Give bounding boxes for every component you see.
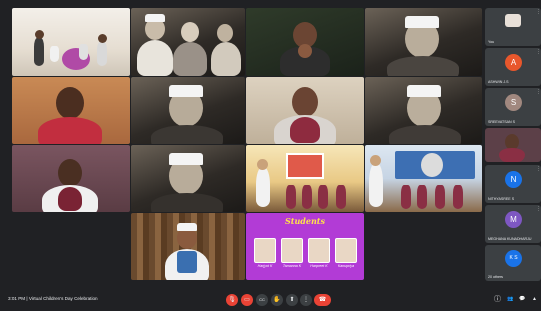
video-tile-classroom[interactable] bbox=[12, 8, 130, 76]
participant-name: SREEVATSAN S bbox=[488, 120, 516, 124]
student-photo-2 bbox=[281, 238, 303, 263]
participant-tile-you[interactable]: You ⋮ bbox=[485, 8, 541, 46]
student-photo-1 bbox=[254, 238, 276, 263]
more-options-icon[interactable]: ⋮ bbox=[536, 50, 541, 57]
student-photo-4 bbox=[335, 238, 357, 263]
meet-window: Students Harjyot K Tamanna K Harpreet K … bbox=[0, 0, 541, 311]
more-options-icon[interactable]: ⋮ bbox=[536, 10, 541, 17]
student-name-2: Tamanna K bbox=[282, 264, 302, 268]
meeting-separator: | bbox=[26, 296, 28, 301]
meeting-time: 3:01 PM bbox=[8, 296, 26, 301]
info-icon[interactable]: ⓘ bbox=[493, 295, 502, 304]
present-icon[interactable]: ⬆ bbox=[286, 294, 298, 306]
more-options-icon[interactable]: ⋮ bbox=[536, 167, 541, 174]
video-tile-girl-hands[interactable] bbox=[246, 8, 364, 76]
video-tile-nehru-3[interactable] bbox=[365, 77, 482, 144]
participant-tile-video[interactable] bbox=[485, 128, 541, 162]
avatar: M bbox=[505, 211, 522, 228]
video-tile-nehru-group[interactable] bbox=[131, 8, 245, 76]
more-options-icon[interactable]: ⋮ bbox=[300, 294, 312, 306]
participant-tile-sreevatsan[interactable]: S SREEVATSAN S ⋮ bbox=[485, 88, 541, 126]
students-card-title: Students bbox=[285, 216, 325, 226]
control-bar: 3:01 PM | Virtual Children's Day Celebra… bbox=[0, 288, 541, 311]
meeting-title: Virtual Children's Day Celebration bbox=[28, 296, 98, 301]
students-card-tile[interactable]: Students Harjyot K Tamanna K Harpreet K … bbox=[246, 213, 364, 280]
avatar: K S bbox=[505, 250, 522, 267]
video-tile-student-3[interactable] bbox=[12, 145, 130, 212]
video-tile-nehru-1[interactable] bbox=[365, 8, 482, 76]
participant-tile-meghana[interactable]: M MEGHANA KUNADHARJU ⋮ bbox=[485, 205, 541, 243]
avatar: S bbox=[505, 94, 522, 111]
participant-tile-others[interactable]: K S 20 others bbox=[485, 245, 541, 281]
participant-name: You bbox=[488, 40, 495, 44]
video-tile-nehru-4[interactable] bbox=[131, 145, 245, 212]
participant-name: NITHYASREE S bbox=[488, 197, 515, 201]
camera-icon[interactable]: ▭ bbox=[241, 294, 253, 306]
participant-name: MEGHANA KUNADHARJU bbox=[488, 237, 532, 241]
mic-icon[interactable]: 🎙 bbox=[226, 294, 238, 306]
captions-icon[interactable]: CC bbox=[256, 294, 268, 306]
student-name-4: Kanupriya bbox=[337, 264, 355, 268]
student-photo-3 bbox=[308, 238, 330, 263]
raise-hand-icon[interactable]: ✋ bbox=[271, 294, 283, 306]
avatar bbox=[505, 14, 521, 27]
avatar: A bbox=[505, 54, 522, 71]
chat-icon[interactable]: 💬 bbox=[518, 295, 527, 304]
leave-call-button[interactable]: ☎ bbox=[314, 294, 331, 306]
more-options-icon[interactable]: ⋮ bbox=[536, 90, 541, 97]
video-tile-student-1[interactable] bbox=[12, 77, 130, 144]
video-tile-student-2[interactable] bbox=[246, 77, 364, 144]
video-tile-cartoon-school[interactable] bbox=[246, 145, 364, 212]
student-name-1: Harjyot K bbox=[257, 264, 273, 268]
student-name-3: Harpreet K bbox=[310, 264, 328, 268]
video-tile-cartoon-career[interactable] bbox=[365, 145, 482, 212]
people-icon[interactable]: 👥 bbox=[506, 295, 515, 304]
video-tile-boy-nehru-costume[interactable] bbox=[131, 213, 245, 280]
more-options-icon[interactable]: ⋮ bbox=[536, 207, 541, 214]
video-tile-nehru-2[interactable] bbox=[131, 77, 245, 144]
participant-tile-nithyasree[interactable]: N NITHYASREE S ⋮ bbox=[485, 165, 541, 203]
participant-tile-ashwin[interactable]: A ASHWIN J.S ⋮ bbox=[485, 48, 541, 86]
participant-name: 20 others bbox=[488, 275, 503, 279]
avatar: N bbox=[505, 171, 522, 188]
activities-icon[interactable]: ▲ bbox=[530, 295, 539, 304]
meeting-info: 3:01 PM | Virtual Children's Day Celebra… bbox=[8, 296, 98, 301]
participant-name: ASHWIN J.S bbox=[488, 80, 509, 84]
